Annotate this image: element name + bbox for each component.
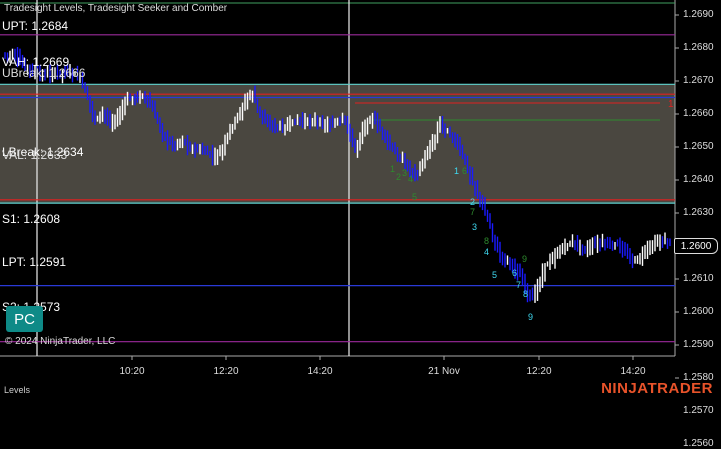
price-axis-label: 1.2650 (683, 141, 714, 152)
levels-panel-label: Levels (4, 385, 31, 395)
price-axis-label: 1.2590 (683, 339, 714, 350)
sequence-count-cyan: 4 (484, 247, 489, 257)
sequence-count-cyan: 5 (492, 270, 497, 280)
s1-label: S1: 1.2608 (2, 212, 61, 226)
pc-button[interactable]: PC (6, 306, 43, 332)
indicator-title: Tradesight Levels, Tradesight Seeker and… (4, 3, 228, 14)
sequence-count-green: 7 (470, 207, 475, 217)
sequence-count-green: 6 (462, 166, 467, 176)
time-label-5: 12:20 (526, 366, 552, 377)
chart-area[interactable]: 1123456789123456789 Tradesight Levels, T… (0, 0, 721, 449)
marker-one-label: 1 (668, 99, 674, 110)
sequence-count-green: 9 (522, 254, 527, 264)
price-axis-label: 1.2680 (683, 42, 714, 53)
current-price-marker: 1.2600 (674, 238, 718, 254)
price-axis-label: 1.2610 (683, 273, 714, 284)
sequence-count-green: 5 (412, 192, 417, 202)
sequence-count-cyan: 2 (470, 197, 475, 207)
price-axis-label: 1.2660 (683, 108, 714, 119)
price-axis-label: 1.2640 (683, 174, 714, 185)
time-label-4: 21 Nov (428, 366, 460, 377)
ninjatrader-logo: NINJATRADER (601, 380, 713, 397)
sequence-count-green: 3 (402, 168, 407, 178)
sequence-count-cyan: 3 (472, 222, 477, 232)
copyright-text: © 2024 NinjaTrader, LLC (5, 336, 116, 347)
sequence-count-green: 8 (484, 236, 489, 246)
sequence-count-cyan: 6 (512, 268, 517, 278)
sequence-count-cyan: 9 (528, 312, 533, 322)
price-axis-label: 1.2690 (683, 9, 714, 20)
sequence-count-cyan: 8 (523, 289, 528, 299)
price-axis-label: 1.2560 (683, 438, 714, 449)
upt-label: UPT: 1.2684 (2, 19, 69, 33)
sequence-count-green: 1 (390, 164, 395, 174)
time-label-3: 14:20 (307, 366, 333, 377)
time-label-1: 10:20 (119, 366, 145, 377)
sequence-count-green: 4 (408, 174, 413, 184)
price-axis-label: 1.2630 (683, 207, 714, 218)
value-area-shade (0, 84, 675, 204)
price-axis-label: 1.2670 (683, 75, 714, 86)
price-axis-label: 1.2570 (683, 405, 714, 416)
time-label-6: 14:20 (620, 366, 646, 377)
price-axis-label: 1.2600 (683, 306, 714, 317)
lpt-label: LPT: 1.2591 (2, 255, 67, 269)
ubreak-label: UBreak: 1.2666 (2, 66, 86, 80)
sequence-count-cyan: 1 (454, 166, 459, 176)
sequence-count-green: 2 (396, 172, 401, 182)
sequence-count-cyan: 7 (516, 280, 521, 290)
val-label: VAL: 1.2633 (2, 148, 68, 162)
time-label-2: 12:20 (213, 366, 239, 377)
